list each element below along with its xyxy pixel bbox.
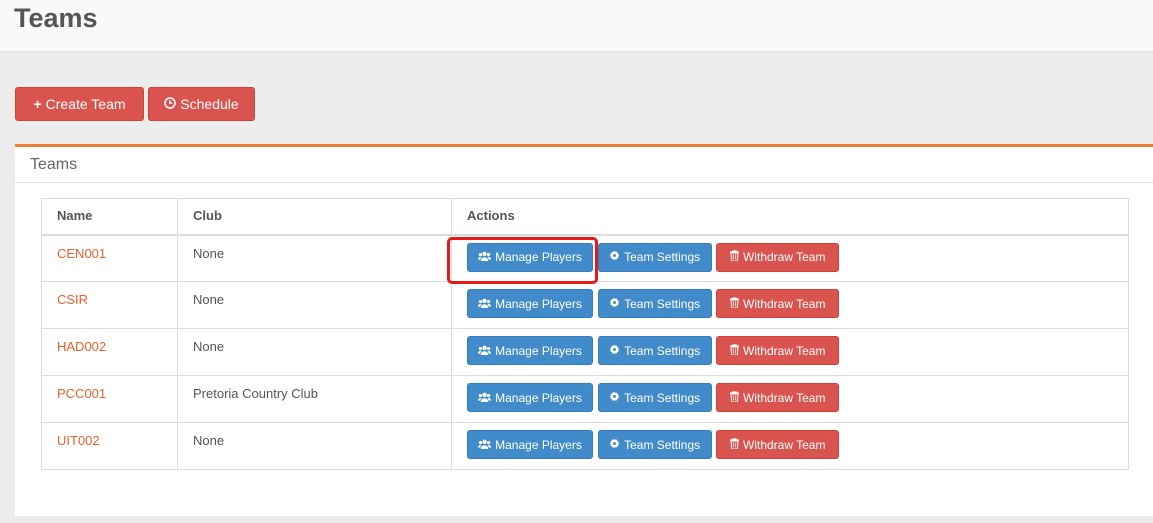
withdraw-team-label: Withdraw Team (743, 390, 826, 405)
team-club: None (193, 292, 225, 307)
trash-icon (730, 296, 739, 311)
trash-icon (730, 343, 739, 358)
team-settings-button[interactable]: Team Settings (597, 242, 712, 272)
teams-table: Name Club Actions CEN001 None Manage Pla… (41, 198, 1129, 470)
users-icon (478, 297, 492, 311)
manage-players-label: Manage Players (495, 296, 582, 311)
manage-players-label: Manage Players (495, 250, 582, 264)
team-settings-label: Team Settings (624, 343, 701, 358)
table-row: HAD002 None Manage Players Team Settings… (41, 328, 1129, 376)
trash-icon (730, 437, 739, 452)
team-settings-button[interactable]: Team Settings (597, 336, 712, 365)
withdraw-team-label: Withdraw Team (743, 250, 826, 264)
team-club: None (193, 245, 225, 261)
withdraw-team-label: Withdraw Team (743, 437, 826, 452)
team-settings-label: Team Settings (624, 437, 701, 452)
panel-title: Teams (15, 147, 1153, 183)
header-name: Name (41, 198, 178, 236)
header-actions: Actions (451, 198, 1129, 236)
team-club: Pretoria Country Club (193, 386, 318, 401)
users-icon (478, 250, 492, 264)
table-row: UIT002 None Manage Players Team Settings… (41, 422, 1129, 470)
plus-icon: + (33, 96, 42, 112)
manage-players-label: Manage Players (495, 343, 582, 358)
users-icon (478, 391, 492, 405)
manage-players-button[interactable]: Manage Players (467, 336, 593, 365)
trash-icon (730, 390, 739, 405)
withdraw-team-button[interactable]: Withdraw Team (716, 289, 840, 318)
manage-players-button[interactable]: Manage Players (467, 383, 593, 412)
page-title: Teams (14, 3, 98, 33)
table-row: CSIR None Manage Players Team Settings W… (41, 281, 1129, 329)
team-name-link[interactable]: UIT002 (57, 433, 100, 448)
gear-icon (609, 438, 620, 452)
teams-panel: Teams Name Club Actions CEN001 None Mana… (15, 144, 1153, 516)
team-settings-label: Team Settings (624, 296, 701, 311)
team-name-link[interactable]: CEN001 (57, 246, 106, 261)
team-settings-button[interactable]: Team Settings (597, 430, 712, 459)
create-team-label: Create Team (45, 96, 126, 112)
page-header: Teams (0, 0, 1153, 52)
withdraw-team-button[interactable]: Withdraw Team (716, 336, 840, 365)
gear-icon (609, 391, 620, 405)
trash-icon (730, 249, 739, 264)
table-header-row: Name Club Actions (41, 198, 1129, 236)
manage-players-label: Manage Players (495, 390, 582, 405)
create-team-button[interactable]: + Create Team (15, 87, 144, 121)
gear-icon (609, 344, 620, 358)
manage-players-button[interactable]: Manage Players (467, 242, 593, 272)
team-name-link[interactable]: CSIR (57, 292, 88, 307)
gear-icon (609, 297, 620, 311)
withdraw-team-label: Withdraw Team (743, 343, 826, 358)
team-settings-label: Team Settings (624, 390, 701, 405)
withdraw-team-button[interactable]: Withdraw Team (716, 383, 840, 412)
withdraw-team-button[interactable]: Withdraw Team (716, 242, 840, 272)
schedule-button[interactable]: Schedule (148, 87, 255, 121)
team-settings-label: Team Settings (624, 250, 701, 264)
gear-icon (609, 250, 620, 264)
manage-players-label: Manage Players (495, 437, 582, 452)
team-club: None (193, 433, 225, 448)
team-settings-button[interactable]: Team Settings (597, 383, 712, 412)
team-club: None (193, 339, 225, 354)
withdraw-team-label: Withdraw Team (743, 296, 826, 311)
schedule-label: Schedule (180, 96, 239, 112)
withdraw-team-button[interactable]: Withdraw Team (716, 430, 840, 459)
table-row: CEN001 None Manage Players Team Settings… (41, 234, 1129, 282)
team-settings-button[interactable]: Team Settings (597, 289, 712, 318)
header-club: Club (177, 198, 452, 236)
team-name-link[interactable]: PCC001 (57, 386, 106, 401)
table-row: PCC001 Pretoria Country Club Manage Play… (41, 375, 1129, 423)
clock-icon (164, 96, 177, 112)
manage-players-button[interactable]: Manage Players (467, 430, 593, 459)
users-icon (478, 344, 492, 358)
users-icon (478, 438, 492, 452)
manage-players-button[interactable]: Manage Players (467, 289, 593, 318)
team-name-link[interactable]: HAD002 (57, 339, 106, 354)
